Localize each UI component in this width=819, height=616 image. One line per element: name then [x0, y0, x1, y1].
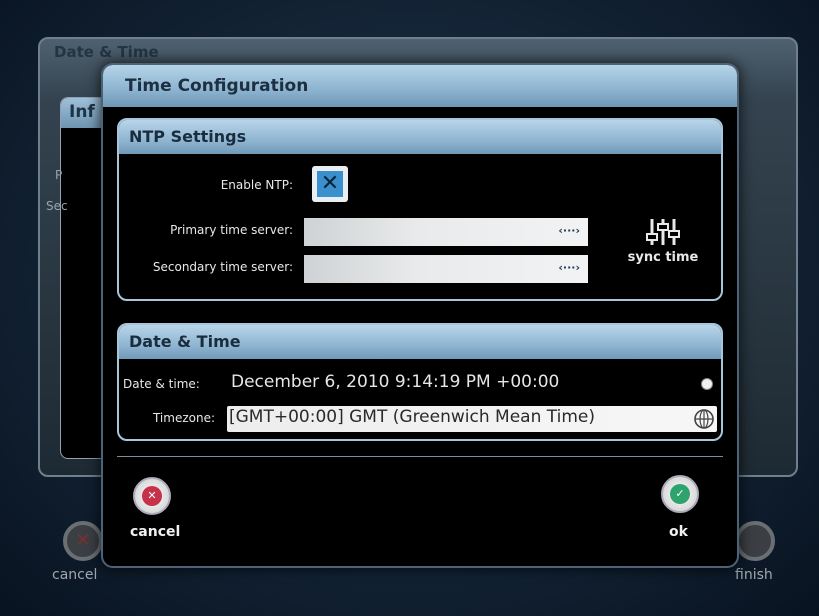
- timezone-field[interactable]: [GMT+00:00] GMT (Greenwich Mean Time): [227, 406, 717, 432]
- sync-time-button[interactable]: sync time: [613, 216, 713, 276]
- secondary-server-label: Secondary time server:: [152, 260, 293, 274]
- timezone-label: Timezone:: [152, 411, 215, 425]
- timezone-value: [GMT+00:00] GMT (Greenwich Mean Time): [229, 407, 595, 427]
- primary-server-label: Primary time server:: [170, 223, 293, 237]
- clock-icon[interactable]: [701, 378, 713, 390]
- time-configuration-dialog: Time Configuration NTP Settings Enable N…: [101, 63, 739, 568]
- background-text-fragment: P: [55, 168, 63, 182]
- ntp-settings-panel: NTP Settings Enable NTP: ✕ Primary time …: [117, 118, 723, 301]
- cancel-button[interactable]: ✕: [133, 477, 171, 515]
- primary-server-input[interactable]: ‹···›: [304, 218, 588, 246]
- edit-arrows-icon[interactable]: ‹···›: [558, 261, 580, 274]
- background-finish-icon: [735, 521, 775, 561]
- dialog-title: Time Configuration: [125, 76, 309, 96]
- checkbox-check-icon: ✕: [317, 171, 343, 197]
- cancel-label[interactable]: cancel: [130, 524, 180, 540]
- ntp-settings-header: NTP Settings: [119, 120, 721, 154]
- ntp-settings-title: NTP Settings: [129, 127, 247, 146]
- date-time-title: Date & Time: [129, 332, 241, 351]
- enable-ntp-checkbox[interactable]: ✕: [312, 166, 348, 202]
- globe-icon[interactable]: [693, 408, 715, 430]
- dialog-header: Time Configuration: [103, 65, 737, 107]
- sync-time-label: sync time: [627, 250, 699, 265]
- datetime-label: Date & time:: [123, 377, 200, 391]
- secondary-server-input[interactable]: ‹···›: [304, 255, 588, 283]
- background-text-fragment: Sec: [46, 199, 68, 213]
- background-cancel-icon: ✕: [63, 521, 103, 561]
- ok-button[interactable]: ✓: [661, 475, 699, 513]
- ok-label[interactable]: ok: [669, 524, 688, 540]
- ok-check-icon: ✓: [670, 484, 690, 504]
- datetime-value: December 6, 2010 9:14:19 PM +00:00: [231, 372, 560, 392]
- edit-arrows-icon[interactable]: ‹···›: [558, 224, 580, 237]
- background-finish-label: finish: [735, 567, 773, 583]
- cancel-x-icon: ✕: [142, 486, 162, 506]
- date-time-header: Date & Time: [119, 325, 721, 359]
- sliders-icon: [646, 219, 680, 245]
- enable-ntp-label: Enable NTP:: [220, 178, 293, 192]
- background-window-title: Date & Time: [54, 43, 159, 61]
- dialog-divider: [117, 456, 723, 457]
- date-time-panel: Date & Time Date & time: December 6, 201…: [117, 323, 723, 441]
- background-tab-label: Inf: [69, 102, 95, 122]
- background-cancel-label: cancel: [52, 567, 98, 583]
